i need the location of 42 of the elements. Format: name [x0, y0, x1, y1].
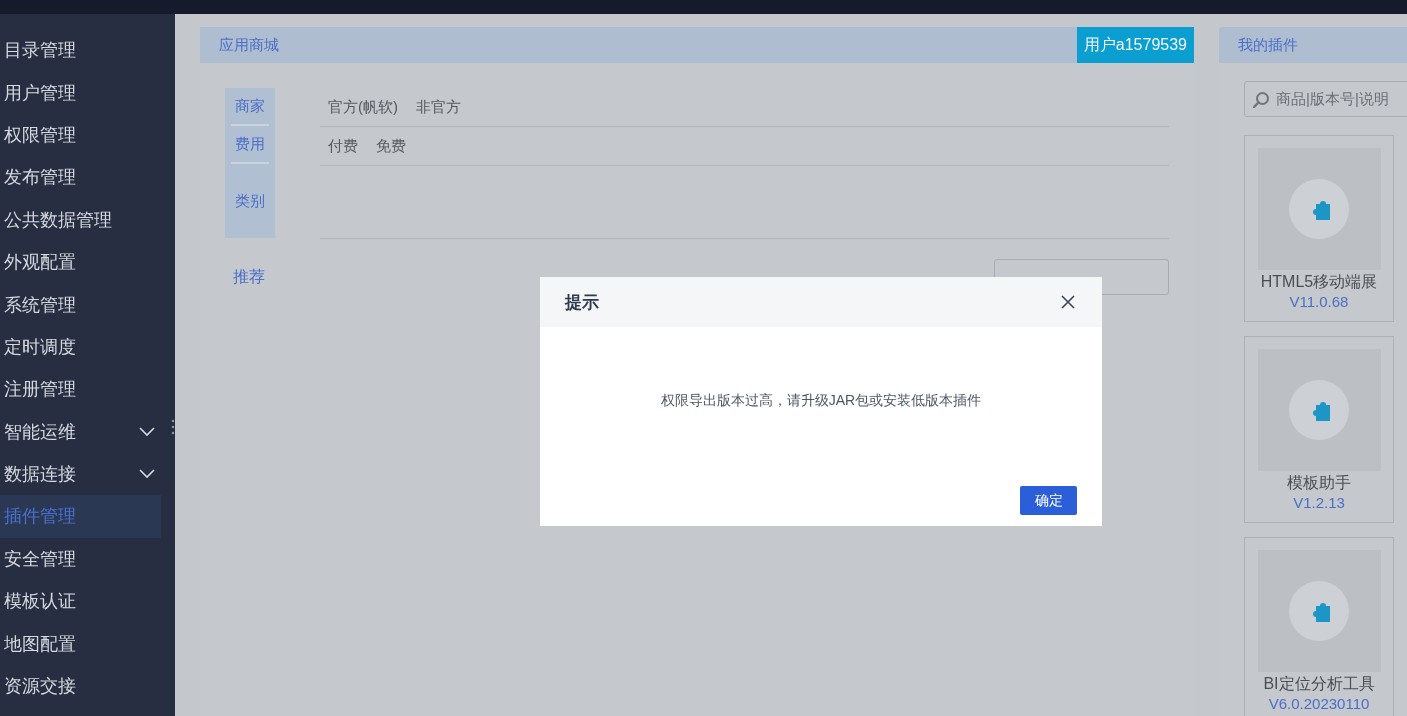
sidebar-item[interactable]: 目录管理: [0, 29, 161, 72]
search-icon: [1253, 90, 1270, 108]
panel-title: 应用商城: [218, 35, 279, 55]
resize-handle-icon[interactable]: [171, 419, 175, 435]
filter-option[interactable]: 付费: [328, 136, 358, 156]
dialog-message: 权限导出版本过高，请升级JAR包或安装低版本插件: [659, 392, 983, 410]
plugin-version: V11.0.68: [1289, 293, 1349, 310]
sidebar-item[interactable]: 数据连接: [0, 452, 161, 496]
close-icon[interactable]: [1060, 294, 1076, 310]
filter-label: 商家: [231, 88, 269, 126]
filter-label: 类别: [234, 190, 266, 211]
confirm-button[interactable]: 确定: [1020, 486, 1077, 515]
user-badge: 用户a1579539: [1076, 27, 1194, 63]
plugin-card[interactable]: BI定位分析工具 V6.0.20230110: [1244, 537, 1394, 716]
plugin-name: BI定位分析工具: [1263, 674, 1375, 694]
sidebar-item[interactable]: 用户管理: [0, 71, 161, 114]
panel-title: 我的插件: [1237, 35, 1298, 55]
filter-label: 费用: [231, 126, 269, 164]
dialog-title: 提示: [565, 291, 599, 314]
sidebar-item[interactable]: 系统管理: [0, 283, 161, 326]
plugin-card[interactable]: HTML5移动端展 V11.0.68: [1244, 135, 1394, 322]
plugin-version: V6.0.20230110: [1268, 695, 1370, 712]
filter-option[interactable]: 免费: [376, 136, 406, 156]
sidebar-item[interactable]: 智能运维: [0, 410, 161, 453]
sidebar-item[interactable]: 权限管理: [0, 113, 161, 157]
plugin-card[interactable]: 模板助手 V1.2.13: [1244, 336, 1394, 523]
sidebar-item[interactable]: 外观配置: [0, 240, 161, 284]
plugin-version: V1.2.13: [1293, 494, 1345, 511]
sidebar-item[interactable]: 安全管理: [0, 537, 161, 581]
chevron-down-icon: [139, 469, 155, 480]
sidebar-item[interactable]: 地图配置: [0, 622, 161, 665]
filter-option[interactable]: 官方(帆软): [328, 97, 398, 117]
sidebar-item[interactable]: 资源交接: [0, 664, 161, 708]
chevron-down-icon: [139, 426, 155, 437]
sidebar-item[interactable]: 模板认证: [0, 580, 161, 623]
sidebar-item[interactable]: 定时调度: [0, 325, 161, 369]
sidebar-item[interactable]: 公共数据管理: [0, 198, 161, 241]
sidebar-item[interactable]: 发布管理: [0, 156, 161, 199]
plugin-name: HTML5移动端展: [1260, 272, 1378, 292]
plugin-name: 模板助手: [1287, 473, 1351, 493]
sidebar-item[interactable]: 注册管理: [0, 368, 161, 411]
filter-option[interactable]: 非官方: [416, 97, 461, 117]
